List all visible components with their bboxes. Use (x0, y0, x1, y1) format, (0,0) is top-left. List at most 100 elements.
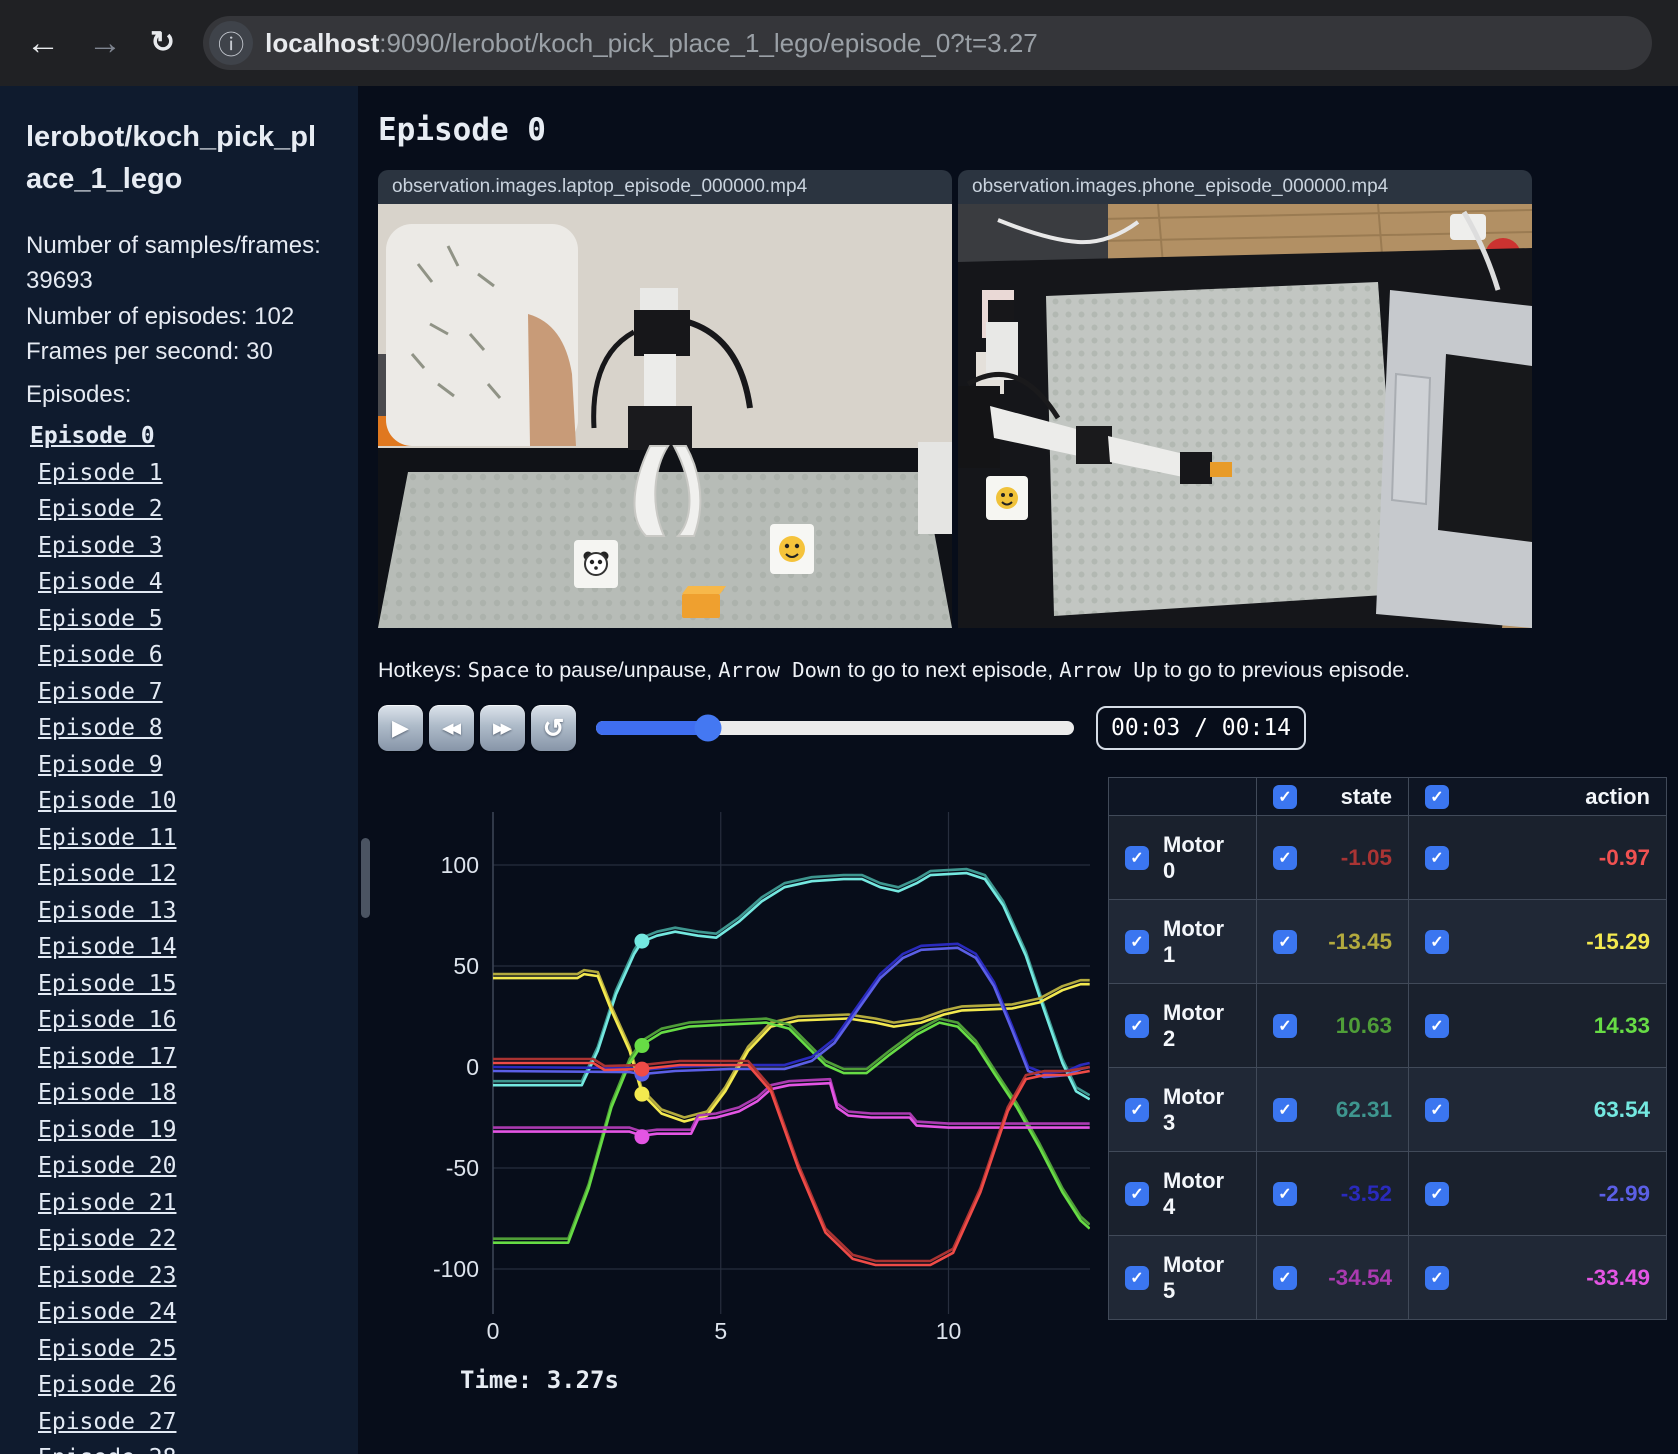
sidebar-episode-link[interactable]: Episode 0 (30, 423, 332, 449)
checkbox[interactable]: ✓ (1273, 1013, 1297, 1038)
motor-label-cell: ✓ Motor 5 (1108, 1235, 1257, 1320)
motor-state-cell: ✓ -3.52 (1256, 1151, 1409, 1236)
motor-label: Motor 2 (1163, 999, 1225, 1051)
sidebar-episode-link[interactable]: Episode 17 (38, 1044, 332, 1070)
sidebar-episode-link[interactable]: Episode 1 (38, 460, 332, 486)
motor-state-cell: ✓ -34.54 (1256, 1235, 1409, 1320)
checkbox[interactable]: ✓ (1125, 845, 1149, 870)
motor-action-cell: ✓ -0.97 (1408, 815, 1667, 900)
sidebar-episode-link[interactable]: Episode 3 (38, 533, 332, 559)
video-player-laptop[interactable] (378, 204, 952, 628)
checkbox[interactable]: ✓ (1425, 784, 1449, 809)
sidebar-episode-link[interactable]: Episode 2 (38, 496, 332, 522)
page-info-icon[interactable]: ⓘ (209, 21, 254, 65)
seek-slider[interactable] (596, 714, 1074, 742)
loop-button[interactable]: ↺ (531, 705, 576, 751)
sidebar-episode-link[interactable]: Episode 26 (38, 1372, 332, 1398)
motor-label: Motor 1 (1163, 915, 1225, 967)
sidebar-episode-link[interactable]: Episode 15 (38, 971, 332, 997)
sidebar-episode-link[interactable]: Episode 14 (38, 934, 332, 960)
motor-action-cell: ✓ 63.54 (1408, 1067, 1667, 1152)
episodes-label: Episodes: (26, 381, 132, 409)
y-tick-label: -50 (446, 1155, 479, 1181)
url-text: localhost:9090/lerobot/koch_pick_place_1… (265, 28, 1038, 59)
sidebar-episode-link[interactable]: Episode 22 (38, 1226, 332, 1252)
x-tick-label: 10 (936, 1318, 962, 1344)
video-title-phone: observation.images.phone_episode_000000.… (958, 170, 1532, 204)
back-icon[interactable]: ← (26, 26, 60, 60)
sidebar-episode-link[interactable]: Episode 24 (38, 1299, 332, 1325)
checkbox[interactable]: ✓ (1125, 1265, 1149, 1290)
sidebar-episode-link[interactable]: Episode 7 (38, 679, 332, 705)
checkbox[interactable]: ✓ (1273, 1181, 1297, 1206)
rewind-button[interactable]: ◀◀ (429, 705, 474, 751)
checkbox[interactable]: ✓ (1125, 1013, 1149, 1038)
sidebar-episode-link[interactable]: Episode 12 (38, 861, 332, 887)
checkbox[interactable]: ✓ (1273, 1265, 1297, 1290)
sidebar-episode-link[interactable]: Episode 27 (38, 1409, 332, 1435)
motor-action-cell: ✓ -2.99 (1408, 1151, 1667, 1236)
sidebar-episode-link[interactable]: Episode 4 (38, 569, 332, 595)
sidebar-episode-link[interactable]: Episode 16 (38, 1007, 332, 1033)
sidebar-episode-link[interactable]: Episode 21 (38, 1190, 332, 1216)
sidebar-episode-link[interactable]: Episode 20 (38, 1153, 332, 1179)
checkbox[interactable]: ✓ (1273, 784, 1297, 809)
motor-state-cell: ✓ -1.05 (1256, 815, 1409, 900)
motors-table-wrap: ✓ state ✓ action ✓ Motor 0 ✓ -1.05 ✓ -0.97 ✓ Motor … (1108, 777, 1667, 1394)
person (386, 224, 578, 446)
motor-label-cell: ✓ Motor 1 (1108, 899, 1257, 984)
play-button[interactable]: ▶ (378, 705, 423, 751)
motor-action-cell: ✓ -33.49 (1408, 1235, 1667, 1320)
sidebar-episode-link[interactable]: Episode 6 (38, 642, 332, 668)
checkbox[interactable]: ✓ (1125, 929, 1149, 954)
sidebar-episode-link[interactable]: Episode 18 (38, 1080, 332, 1106)
forward-icon[interactable]: → (88, 26, 122, 60)
fast-forward-icon: ▶▶ (492, 720, 512, 737)
y-tick-label: 100 (441, 852, 479, 878)
video-player-phone[interactable] (958, 204, 1532, 628)
x-tick-label: 0 (487, 1318, 500, 1344)
fast-forward-button[interactable]: ▶▶ (480, 705, 525, 751)
sidebar-episode-link[interactable]: Episode 5 (38, 606, 332, 632)
lego-brick (682, 586, 726, 618)
sidebar-episode-link[interactable]: Episode 23 (38, 1263, 332, 1289)
sidebar-episode-link[interactable]: Episode 9 (38, 752, 332, 778)
sidebar-episode-link[interactable]: Episode 13 (38, 898, 332, 924)
video-block-phone: observation.images.phone_episode_000000.… (958, 170, 1532, 628)
checkbox[interactable]: ✓ (1425, 1265, 1449, 1290)
slider-thumb[interactable] (694, 714, 722, 742)
motor-state-value: -34.54 (1328, 1264, 1392, 1290)
sidebar-episode-link[interactable]: Episode 8 (38, 715, 332, 741)
checkbox[interactable]: ✓ (1425, 845, 1449, 870)
sidebar-episode-link[interactable]: Episode 28 (38, 1445, 332, 1454)
motor-action-cell: ✓ -15.29 (1408, 899, 1667, 984)
main-content: Episode 0 observation.images.laptop_epis… (358, 86, 1678, 1454)
state-column-header: ✓ state (1256, 777, 1409, 816)
checkbox[interactable]: ✓ (1125, 1097, 1149, 1122)
current-time-marker-motor-0 (634, 1061, 650, 1077)
scrollbar-thumb[interactable] (361, 838, 370, 918)
sidebar-episode-link[interactable]: Episode 25 (38, 1336, 332, 1362)
checkbox[interactable]: ✓ (1425, 929, 1449, 954)
sidebar-episode-link[interactable]: Episode 10 (38, 788, 332, 814)
checkbox[interactable]: ✓ (1425, 1181, 1449, 1206)
address-bar[interactable]: ⓘ localhost:9090/lerobot/koch_pick_place… (203, 16, 1652, 70)
reload-icon[interactable]: ↻ (150, 28, 175, 58)
url-host: localhost (265, 27, 380, 58)
checkbox[interactable]: ✓ (1425, 1097, 1449, 1122)
video-title-laptop: observation.images.laptop_episode_000000… (378, 170, 952, 204)
checkbox[interactable]: ✓ (1273, 1097, 1297, 1122)
checkbox[interactable]: ✓ (1273, 929, 1297, 954)
checkbox[interactable]: ✓ (1273, 845, 1297, 870)
sidebar-episode-link[interactable]: Episode 11 (38, 825, 332, 851)
checkbox[interactable]: ✓ (1125, 1181, 1149, 1206)
chart-area[interactable]: 100 50 0 -50 -100 0 5 10 Time: 3.27s (378, 777, 1091, 1394)
checkbox[interactable]: ✓ (1425, 1013, 1449, 1038)
action-column-header: ✓ action (1408, 777, 1667, 816)
motor-label: Motor 4 (1163, 1167, 1225, 1219)
state-header-label: state (1340, 783, 1392, 809)
sidebar-episode-link[interactable]: Episode 19 (38, 1117, 332, 1143)
motor-chart[interactable]: 100 50 0 -50 -100 0 5 10 (378, 777, 1091, 1349)
motor-state-value: -3.52 (1340, 1180, 1392, 1206)
url-path: :9090/lerobot/koch_pick_place_1_lego/epi… (379, 27, 1038, 58)
